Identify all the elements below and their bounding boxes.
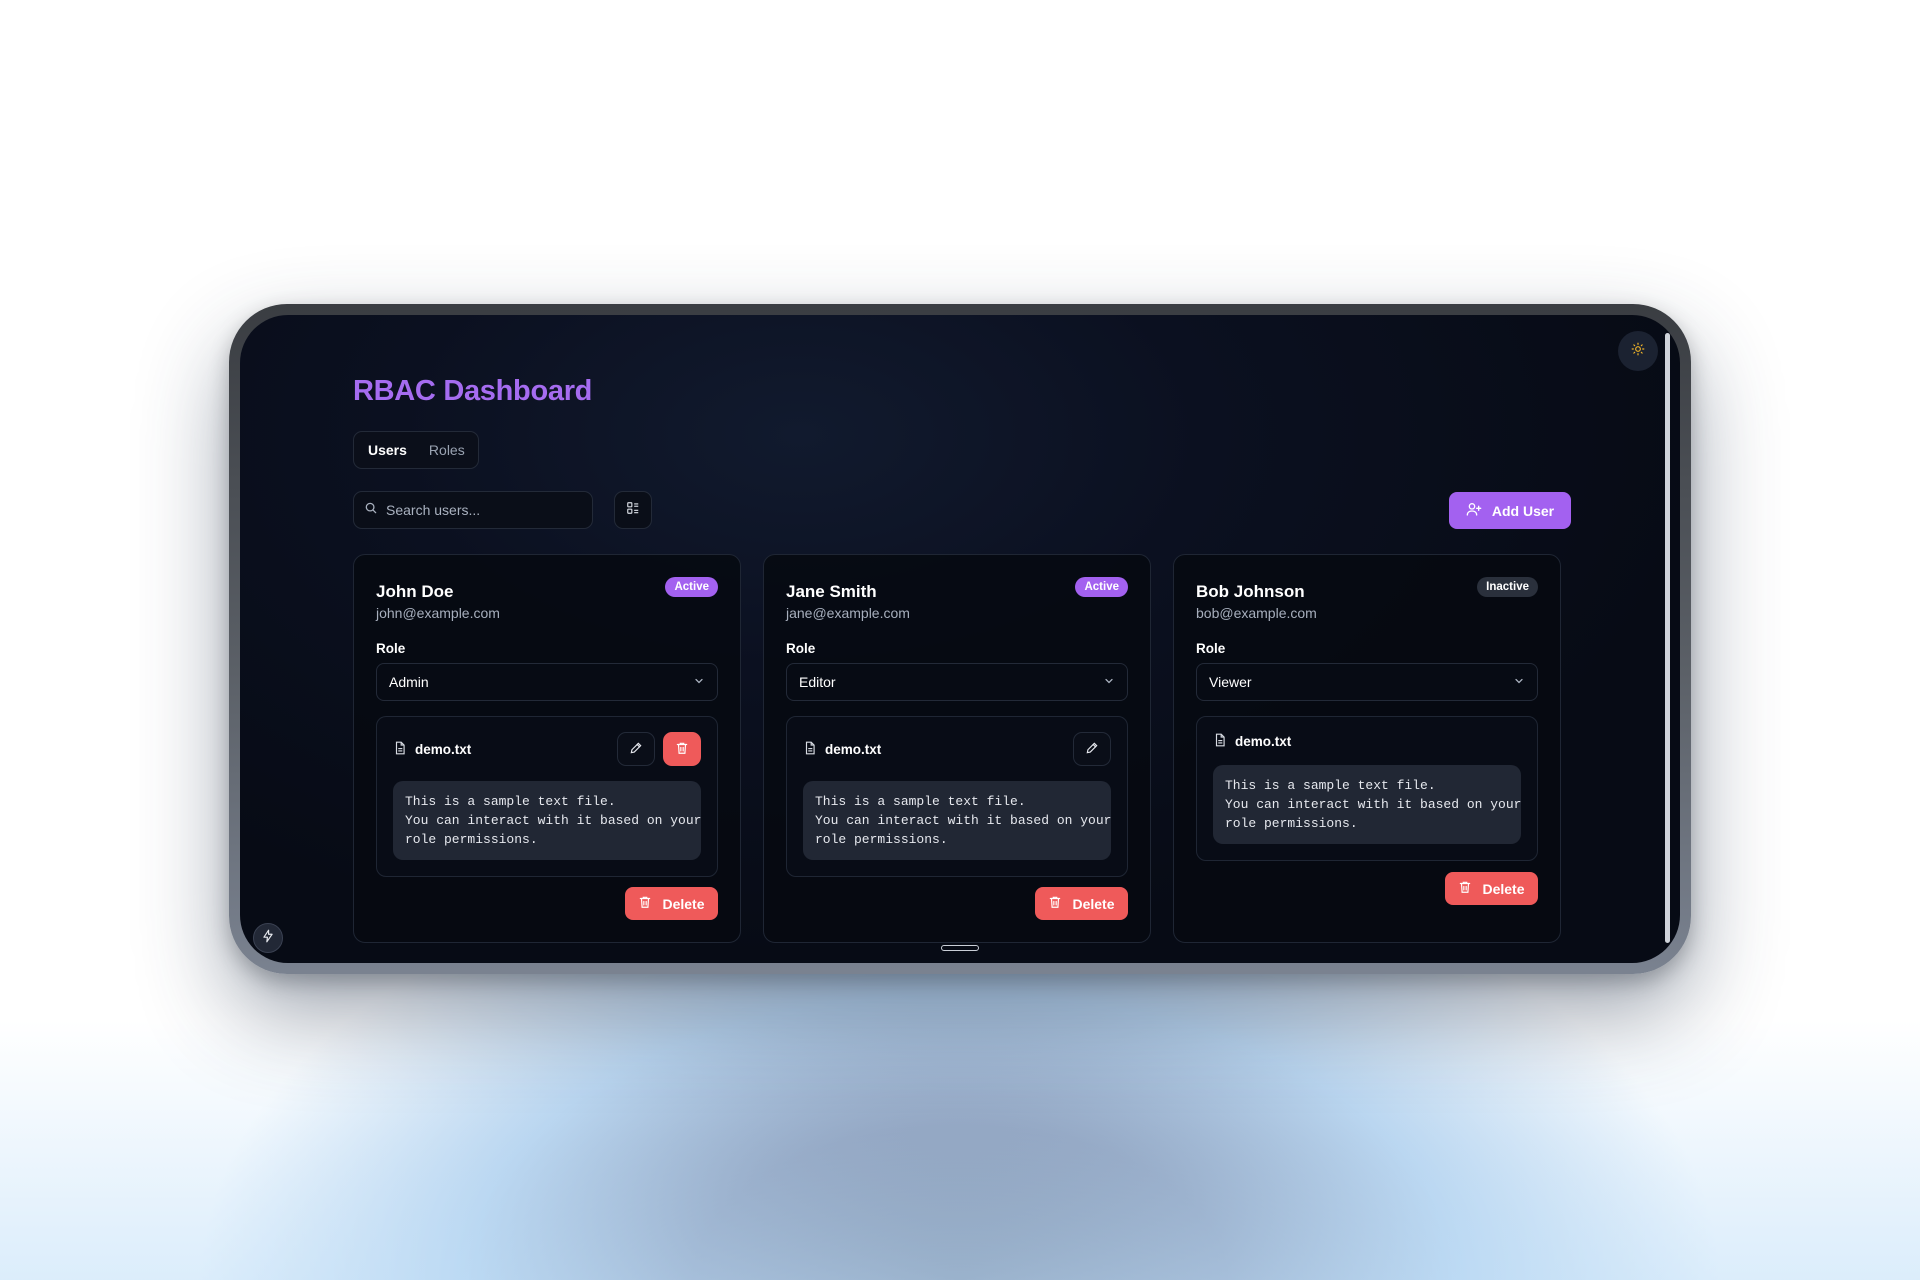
file-icon: [1213, 733, 1227, 750]
file-panel: demo.txt This is a sample text file. You…: [786, 716, 1128, 877]
list-view-icon: [626, 501, 640, 520]
role-select-value: Editor: [799, 674, 836, 690]
delete-user-button[interactable]: Delete: [625, 887, 718, 920]
file-icon: [393, 741, 407, 758]
delete-user-button[interactable]: Delete: [1035, 887, 1128, 920]
add-user-label: Add User: [1491, 502, 1555, 519]
search-icon: [364, 501, 378, 520]
role-select[interactable]: Admin: [376, 663, 718, 701]
user-name: Jane Smith: [786, 582, 877, 601]
role-label: Role: [786, 641, 816, 656]
trash-icon: [1458, 880, 1472, 897]
file-actions: [1073, 732, 1111, 766]
tab-bar: Users Roles: [353, 431, 479, 469]
role-label: Role: [376, 641, 406, 656]
chevron-down-icon: [1513, 674, 1525, 690]
user-email: john@example.com: [376, 605, 500, 621]
status-badge: Inactive: [1477, 577, 1538, 597]
user-card-jane-smith: Jane Smith jane@example.com Active Role …: [763, 554, 1151, 943]
tab-users[interactable]: Users: [360, 436, 415, 464]
file-header: demo.txt: [787, 717, 1127, 781]
theme-toggle-button[interactable]: [1618, 331, 1658, 371]
app-screen: RBAC Dashboard Users Roles Search users.…: [240, 315, 1680, 963]
bolt-button[interactable]: [253, 923, 283, 953]
file-panel: demo.txt This is a sample text file. You…: [1196, 716, 1538, 861]
pencil-icon: [629, 741, 643, 758]
sun-icon: [1631, 342, 1645, 361]
delete-file-button[interactable]: [663, 732, 701, 766]
home-indicator: [941, 945, 979, 951]
pencil-icon: [1085, 741, 1099, 758]
role-select[interactable]: Viewer: [1196, 663, 1538, 701]
file-panel: demo.txt This is a sample text file. You…: [376, 716, 718, 877]
file-header: demo.txt: [1197, 717, 1537, 765]
backdrop-fade: [0, 1020, 1920, 1280]
chevron-down-icon: [1103, 674, 1115, 690]
user-name: Bob Johnson: [1196, 582, 1305, 601]
trash-icon: [638, 895, 652, 912]
role-select[interactable]: Editor: [786, 663, 1128, 701]
role-label: Role: [1196, 641, 1226, 656]
bolt-icon: [261, 929, 275, 948]
chevron-down-icon: [693, 674, 705, 690]
edit-file-button[interactable]: [1073, 732, 1111, 766]
file-content: This is a sample text file. You can inte…: [803, 781, 1111, 860]
status-badge: Active: [1075, 577, 1128, 597]
add-user-button[interactable]: Add User: [1449, 492, 1571, 529]
delete-label: Delete: [1482, 880, 1525, 897]
delete-user-button[interactable]: Delete: [1445, 872, 1538, 905]
user-card-bob-johnson: Bob Johnson bob@example.com Inactive Rol…: [1173, 554, 1561, 943]
file-content: This is a sample text file. You can inte…: [1213, 765, 1521, 844]
user-card-john-doe: John Doe john@example.com Active Role Ad…: [353, 554, 741, 943]
file-actions: [617, 732, 701, 766]
page-title: RBAC Dashboard: [353, 375, 593, 407]
file-header: demo.txt: [377, 717, 717, 781]
file-content: This is a sample text file. You can inte…: [393, 781, 701, 860]
role-select-value: Viewer: [1209, 674, 1252, 690]
delete-label: Delete: [1072, 895, 1115, 912]
user-name: John Doe: [376, 582, 454, 601]
user-email: jane@example.com: [786, 605, 910, 621]
user-email: bob@example.com: [1196, 605, 1317, 621]
delete-label: Delete: [662, 895, 705, 912]
file-name: demo.txt: [825, 741, 882, 757]
role-select-value: Admin: [389, 674, 429, 690]
edit-file-button[interactable]: [617, 732, 655, 766]
status-badge: Active: [665, 577, 718, 597]
search-box: [353, 491, 593, 529]
file-name: demo.txt: [415, 741, 472, 757]
trash-icon: [675, 741, 689, 758]
view-toggle-button[interactable]: [614, 491, 652, 529]
trash-icon: [1048, 895, 1062, 912]
scrollbar[interactable]: [1665, 333, 1670, 943]
user-plus-icon: [1466, 501, 1482, 520]
file-icon: [803, 741, 817, 758]
tab-roles[interactable]: Roles: [421, 436, 473, 464]
tablet-frame: RBAC Dashboard Users Roles Search users.…: [229, 304, 1691, 974]
search-input[interactable]: [386, 502, 576, 518]
file-name: demo.txt: [1235, 733, 1292, 749]
